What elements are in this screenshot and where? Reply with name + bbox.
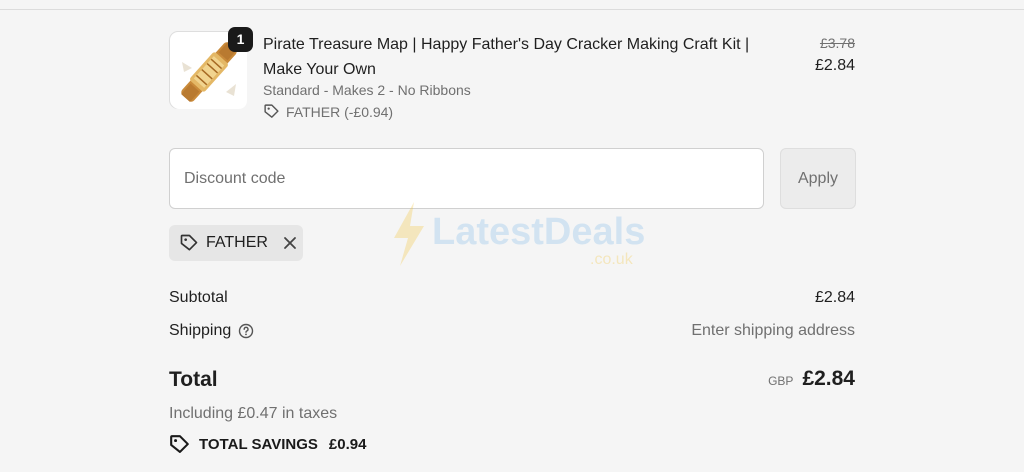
help-icon[interactable] (238, 323, 254, 339)
quantity-badge: 1 (228, 27, 253, 52)
total-value: GBP £2.84 (768, 367, 855, 391)
shipping-label: Shipping (169, 322, 254, 340)
tag-icon (170, 435, 189, 453)
savings-value: £0.94 (328, 436, 367, 453)
subtotal-label-text: Subtotal (169, 289, 228, 306)
applied-discount-chip: FATHER (169, 225, 303, 261)
total-amount: £2.84 (802, 367, 855, 390)
product-discount-text: FATHER (-£0.94) (286, 103, 394, 120)
subtotal-value: £2.84 (814, 289, 855, 306)
total-savings: TOTAL SAVINGS £0.94 (169, 434, 366, 455)
tag-icon (264, 104, 279, 118)
price-current: £2.84 (814, 57, 855, 74)
product-variant: Standard - Makes 2 - No Ribbons (263, 82, 471, 98)
shipping-label-text: Shipping (169, 322, 232, 339)
total-label: Total (169, 368, 218, 391)
shipping-value: Enter shipping address (691, 322, 855, 339)
product-title: Pirate Treasure Map | Happy Father's Day… (263, 36, 750, 78)
savings-label: TOTAL SAVINGS (199, 436, 318, 453)
latestdeals-watermark: LatestDeals .co.uk (384, 200, 645, 275)
apply-button[interactable]: Apply (780, 148, 856, 209)
close-icon (284, 237, 296, 249)
price-original: £3.78 (819, 35, 855, 51)
taxes-note: Including £0.47 in taxes (169, 405, 338, 422)
subtotal-label: Subtotal (169, 289, 228, 307)
product-thumbnail: 1 (169, 27, 253, 109)
svg-text:.co.uk: .co.uk (590, 251, 634, 268)
tag-icon (180, 234, 198, 251)
remove-discount-button[interactable] (283, 236, 297, 250)
total-currency: GBP (768, 374, 794, 388)
top-divider (0, 9, 1024, 10)
applied-discount-code: FATHER (206, 234, 268, 251)
svg-text:LatestDeals: LatestDeals (432, 211, 644, 253)
product-discount-line: FATHER (-£0.94) (263, 103, 393, 120)
